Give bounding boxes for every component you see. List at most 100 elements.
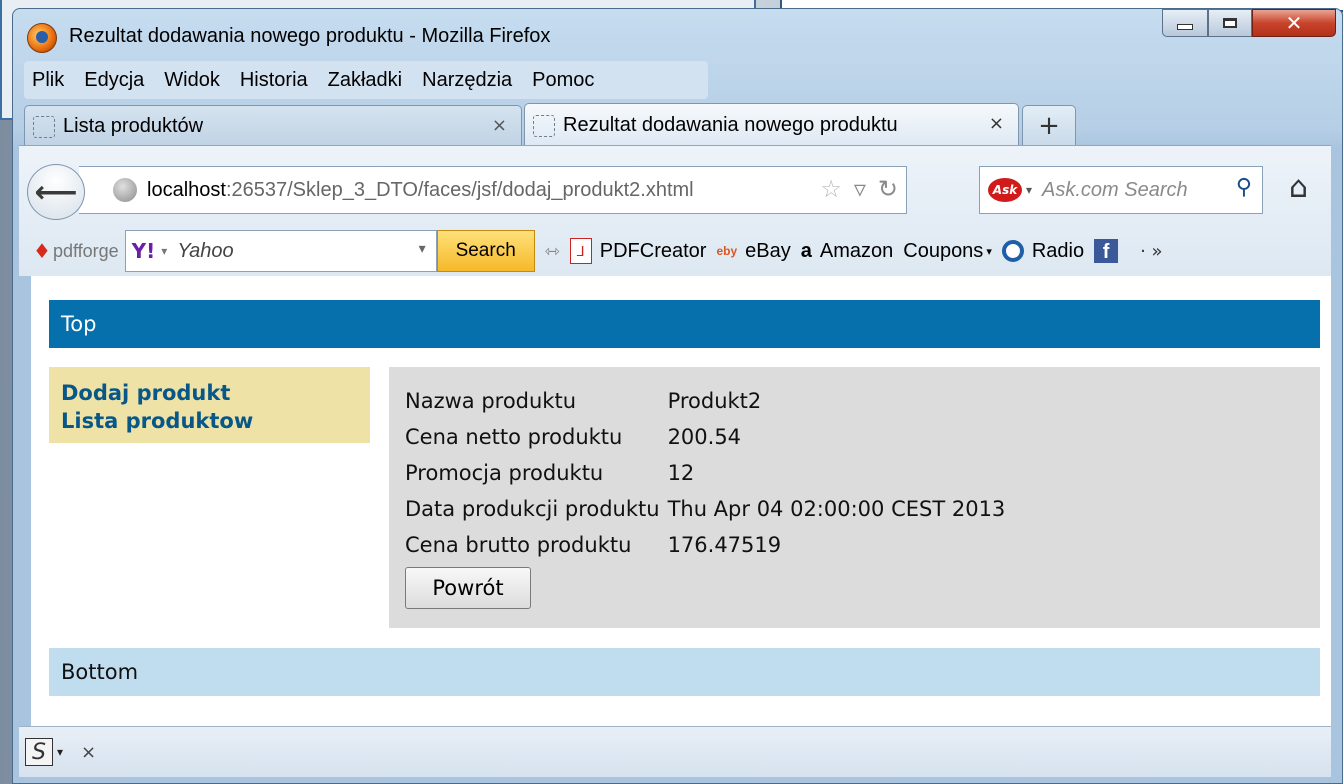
menu-edycja[interactable]: Edycja — [84, 69, 144, 92]
bookmark-amazon[interactable]: a Amazon — [801, 240, 894, 263]
field-label: Promocja produktu — [405, 461, 604, 485]
tab-rezultat[interactable]: Rezultat dodawania nowego produktu × — [524, 103, 1019, 147]
field-label: Data produkcji produktu — [405, 497, 660, 521]
url-path: :26537/Sklep_3_DTO/faces/jsf/dodaj_produ… — [225, 178, 694, 201]
toolbar-grip-icon[interactable]: ⇿ — [545, 241, 560, 262]
addon-bar: S ▾ × — [19, 726, 1331, 777]
radio-icon — [1001, 240, 1024, 262]
close-window-button[interactable]: ✕ — [1252, 9, 1336, 37]
field-label: Cena brutto produktu — [405, 533, 632, 557]
search-engine-caret-icon[interactable]: ▾ — [1026, 183, 1032, 197]
table-row: Cena brutto produktu 176.47519 — [405, 527, 1011, 563]
menu-zakladki[interactable]: Zakładki — [328, 69, 402, 92]
search-icon[interactable]: ⚲ — [1236, 175, 1252, 200]
table-row: Nazwa produktu Produkt2 — [405, 383, 1011, 419]
url-bar-icons: ☆ ▿ ↻ — [820, 175, 898, 203]
facebook-icon: f — [1094, 239, 1119, 263]
field-value: 200.54 — [667, 425, 742, 449]
yahoo-logo-icon: Y! — [131, 239, 156, 263]
field-value: Thu Apr 04 02:00:00 CEST 2013 — [667, 497, 1006, 521]
bookmarks-toolbar: ♦ pdfforge Y! ▾ Yahoo ▾ Search ⇿ ⅃ PDFCr… — [19, 228, 1331, 274]
bookmark-facebook[interactable]: f — [1094, 239, 1126, 263]
left-menu: Dodaj produkt Lista produktow — [49, 367, 370, 443]
yahoo-search-button[interactable]: Search — [436, 230, 535, 272]
field-label: Cena netto produktu — [405, 425, 623, 449]
window-title: Rezultat dodawania nowego produktu - Moz… — [69, 25, 551, 47]
bookmark-label: Radio — [1031, 239, 1085, 262]
menu-historia[interactable]: Historia — [240, 69, 308, 92]
maximize-icon — [1223, 18, 1237, 28]
bookmark-label: Amazon — [819, 239, 894, 262]
page-favicon-icon — [33, 115, 55, 138]
product-result-panel: Nazwa produktu Produkt2 Cena netto produ… — [389, 367, 1320, 628]
firefox-icon — [27, 23, 57, 53]
header-top: Top — [49, 300, 1320, 348]
reload-icon[interactable]: ↻ — [878, 175, 898, 203]
field-value: 12 — [667, 461, 695, 485]
powrot-button[interactable]: Powrót — [405, 567, 531, 609]
close-icon[interactable]: × — [81, 742, 96, 763]
back-button[interactable]: ⟵ — [27, 164, 85, 220]
yahoo-placeholder: Yahoo — [177, 239, 234, 262]
ask-logo-icon[interactable]: Ask — [988, 178, 1022, 202]
title-bar[interactable]: Rezultat dodawania nowego produktu - Moz… — [13, 9, 1342, 65]
new-tab-button[interactable]: + — [1022, 105, 1076, 145]
tab-close-icon[interactable]: × — [492, 115, 507, 136]
addon-s-icon[interactable]: S — [25, 738, 53, 766]
search-placeholder: Ask.com Search — [1042, 178, 1188, 201]
amazon-icon: a — [800, 239, 812, 262]
table-row: Promocja produktu 12 — [405, 455, 1011, 491]
menu-narzedzia[interactable]: Narzędzia — [422, 69, 512, 92]
maximize-button[interactable] — [1208, 9, 1252, 37]
pdfforge-icon: ♦ — [33, 239, 51, 263]
back-arrow-icon: ⟵ — [34, 174, 78, 210]
menu-plik[interactable]: Plik — [32, 69, 64, 92]
yahoo-search-input[interactable]: Y! ▾ Yahoo ▾ — [124, 230, 437, 272]
field-value: 176.47519 — [667, 533, 782, 557]
tab-close-icon[interactable]: × — [989, 113, 1004, 134]
navigation-toolbar: localhost:26537/Sklep_3_DTO/faces/jsf/do… — [19, 145, 1331, 276]
chevron-down-icon[interactable]: ▾ — [57, 745, 63, 759]
table-row: Cena netto produktu 200.54 — [405, 419, 1011, 455]
menu-widok[interactable]: Widok — [164, 69, 220, 92]
page-content: Top Dodaj produkt Lista produktow Nazwa … — [31, 276, 1331, 726]
bookmark-label: Coupons — [903, 239, 984, 262]
product-details-table: Nazwa produktu Produkt2 Cena netto produ… — [405, 383, 1011, 563]
field-label: Nazwa produktu — [405, 389, 577, 413]
home-icon[interactable]: ⌂ — [1289, 170, 1308, 205]
pdfforge-logo[interactable]: ♦ pdfforge — [33, 239, 119, 263]
search-box[interactable]: Ask ▾ Ask.com Search ⚲ — [979, 166, 1263, 214]
chevron-down-icon: ▾ — [986, 245, 992, 258]
close-icon: ✕ — [1285, 11, 1303, 35]
ebay-icon: eby — [716, 244, 738, 258]
link-lista-produktow[interactable]: Lista produktow — [61, 407, 358, 435]
table-row: Data produkcji produktu Thu Apr 04 02:00… — [405, 491, 1011, 527]
yahoo-dropdown-icon[interactable]: ▾ — [419, 241, 426, 257]
bookmark-label: PDFCreator — [599, 239, 707, 262]
minimize-icon — [1177, 24, 1193, 30]
pdf-icon: ⅃ — [569, 238, 592, 264]
footer-bottom: Bottom — [49, 648, 1320, 696]
page-favicon-icon — [533, 114, 555, 137]
minimize-button[interactable] — [1162, 9, 1208, 37]
pdfforge-label: pdfforge — [52, 240, 119, 261]
window-controls: ✕ — [1162, 9, 1336, 39]
bookmark-pdfcreator[interactable]: ⅃ PDFCreator — [569, 238, 707, 264]
bookmark-radio[interactable]: Radio — [1001, 239, 1085, 263]
tab-label: Lista produktów — [63, 115, 204, 137]
url-bar[interactable]: localhost:26537/Sklep_3_DTO/faces/jsf/do… — [79, 166, 907, 214]
link-dodaj-produkt[interactable]: Dodaj produkt — [61, 379, 358, 407]
url-host: localhost — [147, 178, 226, 201]
bookmark-label: eBay — [745, 239, 791, 262]
bookmark-coupons[interactable]: Coupons ▾ — [903, 240, 992, 263]
tab-strip: Lista produktów × Rezultat dodawania now… — [24, 99, 1331, 147]
more-bookmarks-icon[interactable]: · » — [1140, 241, 1162, 262]
bookmark-ebay[interactable]: eby eBay — [716, 240, 790, 263]
yahoo-caret-icon[interactable]: ▾ — [161, 244, 167, 258]
url-dropdown-icon[interactable]: ▿ — [854, 175, 866, 203]
globe-icon — [113, 178, 137, 202]
menu-pomoc[interactable]: Pomoc — [532, 69, 594, 92]
bookmark-star-icon[interactable]: ☆ — [820, 175, 842, 203]
tab-lista-produktow[interactable]: Lista produktów × — [24, 105, 522, 147]
tab-label: Rezultat dodawania nowego produktu — [563, 114, 898, 136]
